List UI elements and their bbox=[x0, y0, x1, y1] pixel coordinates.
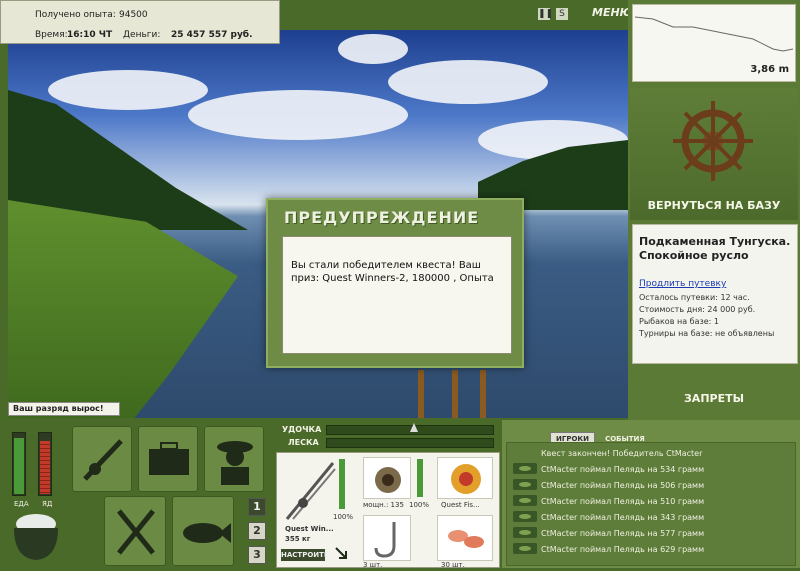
poison-gauge bbox=[38, 432, 52, 496]
return-to-base-button[interactable]: ВЕРНУТЬСЯ НА БАЗУ bbox=[630, 88, 798, 220]
fish-icon bbox=[513, 511, 537, 522]
shrimp-bait-icon bbox=[448, 530, 484, 548]
time-value: 16:10 ЧТ bbox=[67, 30, 113, 40]
day-cost: Стоимость дня: 24 000 руб. bbox=[639, 305, 756, 314]
chat-panel: ИГРОКИ СОБЫТИЯ Квест закончен! Победител… bbox=[502, 420, 800, 568]
fish-icon bbox=[513, 543, 537, 554]
xp-label: Получено опыта: bbox=[35, 10, 116, 20]
fish-icon bbox=[513, 479, 537, 490]
extend-permit-link[interactable]: Продлить путевку bbox=[639, 279, 726, 289]
chat-message: CtMacter поймал Пелядь на 534 грамм bbox=[541, 465, 705, 474]
top-toolbar: ❚❚ S МЕНЮ bbox=[530, 0, 633, 30]
food-gauge-fill bbox=[14, 438, 24, 494]
rod-number-3[interactable]: 3 bbox=[248, 546, 266, 564]
bait-slot[interactable] bbox=[437, 515, 493, 561]
riverbank-grass bbox=[8, 200, 238, 418]
hook-icon bbox=[374, 522, 396, 558]
fish-keepnet-slot[interactable] bbox=[172, 496, 234, 566]
money-label: Деньги: bbox=[123, 30, 161, 40]
rod-icon bbox=[285, 462, 336, 520]
location-title: Подкаменная Тунгуска. Спокойное русло bbox=[639, 235, 791, 262]
ship-wheel-icon bbox=[673, 101, 753, 181]
cloud bbox=[188, 90, 408, 140]
base-info-panel: Подкаменная Тунгуска. Спокойное русло Пр… bbox=[632, 224, 798, 364]
fisherman-slot[interactable] bbox=[204, 426, 264, 492]
chat-messages[interactable]: Квест закончен! Победитель CtMacter CtMa… bbox=[506, 442, 796, 566]
food-gauge bbox=[12, 432, 26, 496]
rod-2-icon[interactable] bbox=[452, 370, 458, 418]
tournaments-info: Турниры на базе: не объявлены bbox=[639, 329, 775, 338]
sound-icon[interactable]: S bbox=[556, 8, 568, 20]
chat-message: CtMacter поймал Пелядь на 510 грамм bbox=[541, 497, 705, 506]
bans-button[interactable]: ЗАПРЕТЫ bbox=[630, 392, 798, 405]
fish-icon bbox=[513, 527, 537, 538]
rod-number-1[interactable]: 1 bbox=[248, 498, 266, 516]
hook-slot[interactable] bbox=[363, 515, 411, 561]
rod-3-icon[interactable] bbox=[480, 370, 486, 418]
line-slot[interactable] bbox=[437, 457, 493, 499]
rod-number-2[interactable]: 2 bbox=[248, 522, 266, 540]
fish-icon bbox=[513, 463, 537, 474]
reel-power: мощн.: 135 bbox=[363, 501, 404, 509]
xp-value: 94500 bbox=[119, 10, 148, 20]
rod-wear-bar bbox=[339, 459, 345, 509]
reel-icon bbox=[375, 467, 401, 493]
rod-reel-icon bbox=[83, 439, 123, 481]
time-label: Время: bbox=[35, 30, 68, 40]
chat-message: CtMacter поймал Пелядь на 343 грамм bbox=[541, 513, 705, 522]
rods-slot[interactable] bbox=[72, 426, 132, 492]
pause-icon[interactable]: ❚❚ bbox=[538, 8, 553, 20]
tackle-box-icon bbox=[149, 442, 189, 475]
fork-knife-icon bbox=[117, 509, 155, 555]
line-tension-label: ЛЕСКА bbox=[288, 438, 319, 447]
cloud bbox=[338, 34, 408, 64]
poison-label: ЯД bbox=[42, 500, 53, 508]
line-spool-icon bbox=[451, 464, 481, 494]
fish-icon bbox=[183, 523, 231, 543]
money-value: 25 457 557 руб. bbox=[171, 30, 253, 40]
chat-message: CtMacter поймал Пелядь на 577 грамм bbox=[541, 529, 705, 538]
line-name: Quest Fis... bbox=[441, 501, 480, 509]
dialog-message: Вы стали победителем квеста! Ваш приз: Q… bbox=[282, 236, 512, 354]
return-to-base-label: ВЕРНУТЬСЯ НА БАЗУ bbox=[647, 199, 781, 212]
tackle-box-slot[interactable] bbox=[138, 426, 198, 492]
menu-button[interactable]: МЕНЮ bbox=[592, 6, 633, 19]
poison-gauge-fill bbox=[40, 441, 50, 494]
tackle-panel: Quest Win... 355 кг 100% НАСТРОИТЬ мощн.… bbox=[276, 452, 500, 569]
chat-message: CtMacter поймал Пелядь на 629 грамм bbox=[541, 545, 705, 554]
reel-wear-bar bbox=[417, 459, 423, 497]
rod-1-icon[interactable] bbox=[418, 370, 424, 418]
rod-name: Quest Win... bbox=[285, 525, 334, 533]
tension-marker-icon bbox=[410, 423, 418, 432]
warning-dialog[interactable]: ПРЕДУПРЕЖДЕНИЕ Вы стали победителем квес… bbox=[266, 198, 524, 368]
cloud bbox=[48, 70, 208, 110]
rod-tension-label: УДОЧКА bbox=[282, 425, 322, 434]
food-label: ЕДА bbox=[14, 500, 29, 508]
line-tension-bar bbox=[326, 438, 494, 448]
adjust-button[interactable]: НАСТРОИТЬ bbox=[281, 549, 329, 561]
fisherman-icon bbox=[217, 441, 253, 485]
depth-value: 3,86 m bbox=[750, 64, 789, 75]
level-up-toast[interactable]: Ваш разряд вырос! bbox=[8, 402, 120, 416]
dialog-title: ПРЕДУПРЕЖДЕНИЕ bbox=[284, 208, 480, 227]
food-slot[interactable] bbox=[104, 496, 166, 566]
fishers-count: Рыбаков на базе: 1 bbox=[639, 317, 719, 326]
chat-message: Квест закончен! Победитель CtMacter bbox=[541, 449, 703, 458]
depth-chart: 3,86 m bbox=[632, 4, 796, 82]
cauldron-icon[interactable] bbox=[8, 508, 64, 564]
reel-percent: 100% bbox=[409, 501, 430, 509]
arrow-down-right-icon[interactable] bbox=[334, 546, 348, 560]
rod-weight: 355 кг bbox=[285, 535, 311, 543]
chat-message: CtMacter поймал Пелядь на 506 грамм bbox=[541, 481, 705, 490]
rod-percent: 100% bbox=[333, 513, 354, 521]
permit-remaining: Осталось путевки: 12 час. bbox=[639, 293, 750, 302]
cloud bbox=[388, 60, 548, 104]
player-info-panel: Получено опыта: 94500 Время: 16:10 ЧТ Де… bbox=[0, 0, 280, 44]
reel-slot[interactable] bbox=[363, 457, 411, 499]
fish-icon bbox=[513, 495, 537, 506]
